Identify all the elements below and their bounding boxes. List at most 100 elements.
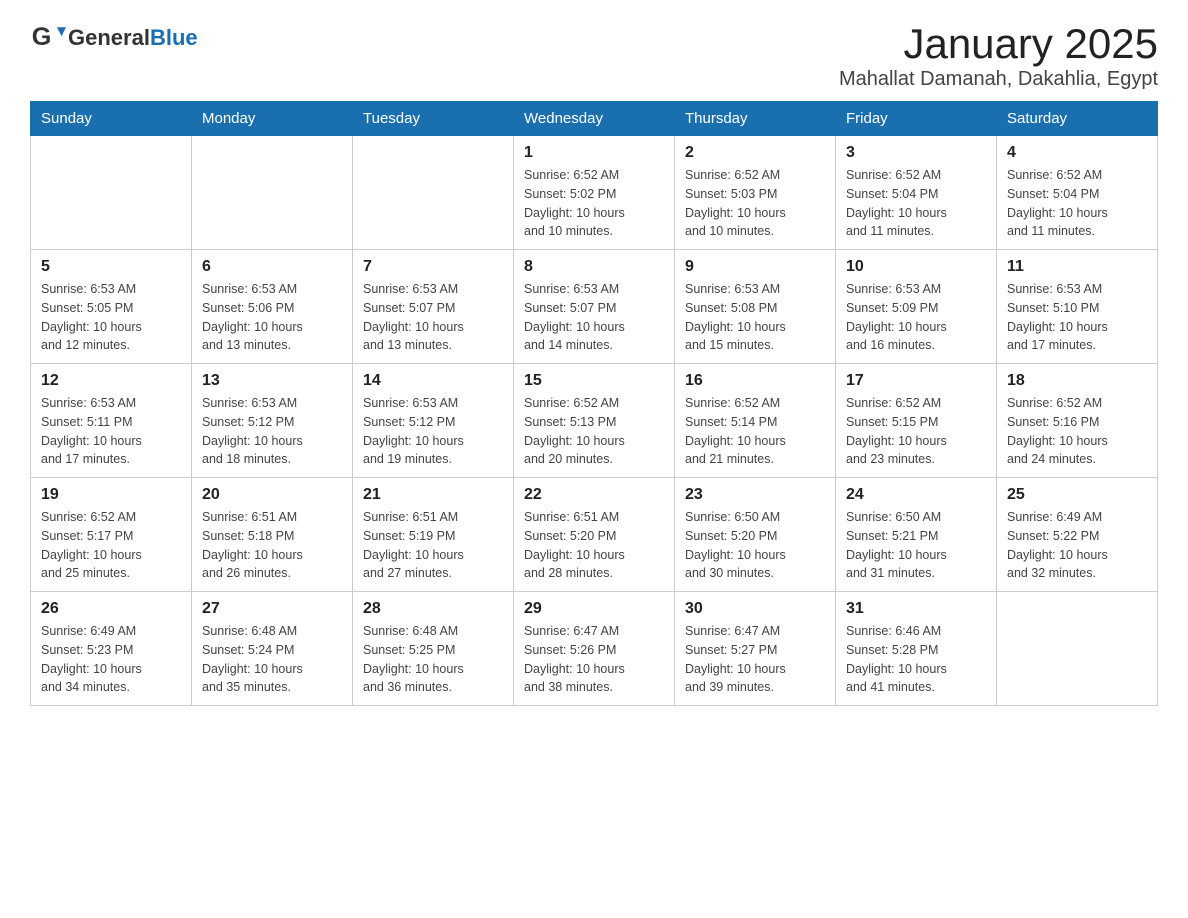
calendar-cell: 26 Sunrise: 6:49 AM Sunset: 5:23 PM Dayli… <box>31 592 192 706</box>
day-info: Sunrise: 6:53 AM Sunset: 5:07 PM Dayligh… <box>524 280 664 355</box>
day-info: Sunrise: 6:49 AM Sunset: 5:23 PM Dayligh… <box>41 622 181 697</box>
calendar-cell: 25 Sunrise: 6:49 AM Sunset: 5:22 PM Dayli… <box>997 478 1158 592</box>
calendar-cell: 24 Sunrise: 6:50 AM Sunset: 5:21 PM Dayli… <box>836 478 997 592</box>
header-monday: Monday <box>192 102 353 136</box>
calendar-week-4: 19 Sunrise: 6:52 AM Sunset: 5:17 PM Dayli… <box>31 478 1158 592</box>
day-info: Sunrise: 6:53 AM Sunset: 5:05 PM Dayligh… <box>41 280 181 355</box>
calendar-subtitle: Mahallat Damanah, Dakahlia, Egypt <box>839 68 1158 91</box>
calendar-cell: 27Sunrise: 6:48 AM Sunset: 5:24 PM Dayli… <box>192 592 353 706</box>
day-info: Sunrise: 6:51 AM Sunset: 5:19 PM Dayligh… <box>363 508 503 583</box>
day-info: Sunrise: 6:46 AM Sunset: 5:28 PM Dayligh… <box>846 622 986 697</box>
day-number: 28 <box>363 600 503 618</box>
day-info: Sunrise: 6:52 AM Sunset: 5:17 PM Dayligh… <box>41 508 181 583</box>
day-info: Sunrise: 6:53 AM Sunset: 5:11 PM Dayligh… <box>41 394 181 469</box>
day-number: 30 <box>685 600 825 618</box>
logo: G GeneralBlue <box>30 20 198 56</box>
day-info: Sunrise: 6:52 AM Sunset: 5:14 PM Dayligh… <box>685 394 825 469</box>
day-info: Sunrise: 6:52 AM Sunset: 5:16 PM Dayligh… <box>1007 394 1147 469</box>
day-info: Sunrise: 6:52 AM Sunset: 5:15 PM Dayligh… <box>846 394 986 469</box>
header-saturday: Saturday <box>997 102 1158 136</box>
calendar-cell: 19 Sunrise: 6:52 AM Sunset: 5:17 PM Dayli… <box>31 478 192 592</box>
calendar-week-2: 5Sunrise: 6:53 AM Sunset: 5:05 PM Daylig… <box>31 250 1158 364</box>
logo-general-text: General <box>68 25 150 50</box>
header-thursday: Thursday <box>675 102 836 136</box>
calendar-cell: 29 Sunrise: 6:47 AM Sunset: 5:26 PM Dayli… <box>514 592 675 706</box>
day-number: 22 <box>524 486 664 504</box>
calendar-cell: 4 Sunrise: 6:52 AM Sunset: 5:04 PM Daylig… <box>997 136 1158 250</box>
day-info: Sunrise: 6:47 AM Sunset: 5:26 PM Dayligh… <box>524 622 664 697</box>
calendar-cell: 16 Sunrise: 6:52 AM Sunset: 5:14 PM Dayli… <box>675 364 836 478</box>
calendar-cell: 30 Sunrise: 6:47 AM Sunset: 5:27 PM Dayli… <box>675 592 836 706</box>
calendar-cell: 9 Sunrise: 6:53 AM Sunset: 5:08 PM Daylig… <box>675 250 836 364</box>
calendar-cell: 13Sunrise: 6:53 AM Sunset: 5:12 PM Dayli… <box>192 364 353 478</box>
day-number: 16 <box>685 372 825 390</box>
day-number: 11 <box>1007 258 1147 276</box>
day-info: Sunrise: 6:50 AM Sunset: 5:20 PM Dayligh… <box>685 508 825 583</box>
day-info: Sunrise: 6:53 AM Sunset: 5:08 PM Dayligh… <box>685 280 825 355</box>
day-number: 1 <box>524 144 664 162</box>
day-info: Sunrise: 6:53 AM Sunset: 5:10 PM Dayligh… <box>1007 280 1147 355</box>
calendar-cell: 21Sunrise: 6:51 AM Sunset: 5:19 PM Dayli… <box>353 478 514 592</box>
page-header: G GeneralBlue January 2025 Mahallat Dama… <box>30 20 1158 91</box>
calendar-cell: 8Sunrise: 6:53 AM Sunset: 5:07 PM Daylig… <box>514 250 675 364</box>
calendar-cell: 22Sunrise: 6:51 AM Sunset: 5:20 PM Dayli… <box>514 478 675 592</box>
day-number: 23 <box>685 486 825 504</box>
calendar-cell: 2 Sunrise: 6:52 AM Sunset: 5:03 PM Daylig… <box>675 136 836 250</box>
svg-text:G: G <box>32 23 52 51</box>
day-number: 9 <box>685 258 825 276</box>
calendar-week-5: 26 Sunrise: 6:49 AM Sunset: 5:23 PM Dayli… <box>31 592 1158 706</box>
logo-blue-text: Blue <box>150 25 198 50</box>
day-number: 12 <box>41 372 181 390</box>
day-info: Sunrise: 6:52 AM Sunset: 5:03 PM Dayligh… <box>685 166 825 241</box>
day-number: 27 <box>202 600 342 618</box>
day-number: 31 <box>846 600 986 618</box>
day-number: 26 <box>41 600 181 618</box>
calendar-cell: 6 Sunrise: 6:53 AM Sunset: 5:06 PM Daylig… <box>192 250 353 364</box>
day-info: Sunrise: 6:53 AM Sunset: 5:09 PM Dayligh… <box>846 280 986 355</box>
day-number: 29 <box>524 600 664 618</box>
day-number: 6 <box>202 258 342 276</box>
calendar-cell: 31 Sunrise: 6:46 AM Sunset: 5:28 PM Dayli… <box>836 592 997 706</box>
header-wednesday: Wednesday <box>514 102 675 136</box>
header-sunday: Sunday <box>31 102 192 136</box>
calendar-cell: 10Sunrise: 6:53 AM Sunset: 5:09 PM Dayli… <box>836 250 997 364</box>
day-info: Sunrise: 6:52 AM Sunset: 5:02 PM Dayligh… <box>524 166 664 241</box>
day-number: 20 <box>202 486 342 504</box>
day-info: Sunrise: 6:52 AM Sunset: 5:04 PM Dayligh… <box>846 166 986 241</box>
day-number: 17 <box>846 372 986 390</box>
header-tuesday: Tuesday <box>353 102 514 136</box>
calendar-cell: 28 Sunrise: 6:48 AM Sunset: 5:25 PM Dayli… <box>353 592 514 706</box>
logo-icon: G <box>30 20 66 56</box>
day-number: 18 <box>1007 372 1147 390</box>
calendar-cell <box>192 136 353 250</box>
calendar-cell: 12 Sunrise: 6:53 AM Sunset: 5:11 PM Dayli… <box>31 364 192 478</box>
day-info: Sunrise: 6:49 AM Sunset: 5:22 PM Dayligh… <box>1007 508 1147 583</box>
day-number: 19 <box>41 486 181 504</box>
day-info: Sunrise: 6:52 AM Sunset: 5:04 PM Dayligh… <box>1007 166 1147 241</box>
calendar-table: SundayMondayTuesdayWednesdayThursdayFrid… <box>30 101 1158 706</box>
calendar-cell: 18 Sunrise: 6:52 AM Sunset: 5:16 PM Dayli… <box>997 364 1158 478</box>
calendar-cell: 20 Sunrise: 6:51 AM Sunset: 5:18 PM Dayli… <box>192 478 353 592</box>
day-number: 3 <box>846 144 986 162</box>
day-info: Sunrise: 6:47 AM Sunset: 5:27 PM Dayligh… <box>685 622 825 697</box>
calendar-cell: 1 Sunrise: 6:52 AM Sunset: 5:02 PM Daylig… <box>514 136 675 250</box>
day-number: 13 <box>202 372 342 390</box>
day-number: 2 <box>685 144 825 162</box>
day-number: 7 <box>363 258 503 276</box>
calendar-cell <box>353 136 514 250</box>
day-info: Sunrise: 6:51 AM Sunset: 5:18 PM Dayligh… <box>202 508 342 583</box>
day-info: Sunrise: 6:48 AM Sunset: 5:25 PM Dayligh… <box>363 622 503 697</box>
calendar-cell: 23 Sunrise: 6:50 AM Sunset: 5:20 PM Dayli… <box>675 478 836 592</box>
day-number: 15 <box>524 372 664 390</box>
day-info: Sunrise: 6:53 AM Sunset: 5:06 PM Dayligh… <box>202 280 342 355</box>
day-number: 25 <box>1007 486 1147 504</box>
day-number: 24 <box>846 486 986 504</box>
calendar-cell: 14 Sunrise: 6:53 AM Sunset: 5:12 PM Dayli… <box>353 364 514 478</box>
day-number: 4 <box>1007 144 1147 162</box>
title-block: January 2025 Mahallat Damanah, Dakahlia,… <box>839 20 1158 91</box>
day-number: 14 <box>363 372 503 390</box>
calendar-week-1: 1 Sunrise: 6:52 AM Sunset: 5:02 PM Daylig… <box>31 136 1158 250</box>
calendar-title: January 2025 <box>839 20 1158 68</box>
day-info: Sunrise: 6:53 AM Sunset: 5:12 PM Dayligh… <box>363 394 503 469</box>
day-info: Sunrise: 6:50 AM Sunset: 5:21 PM Dayligh… <box>846 508 986 583</box>
